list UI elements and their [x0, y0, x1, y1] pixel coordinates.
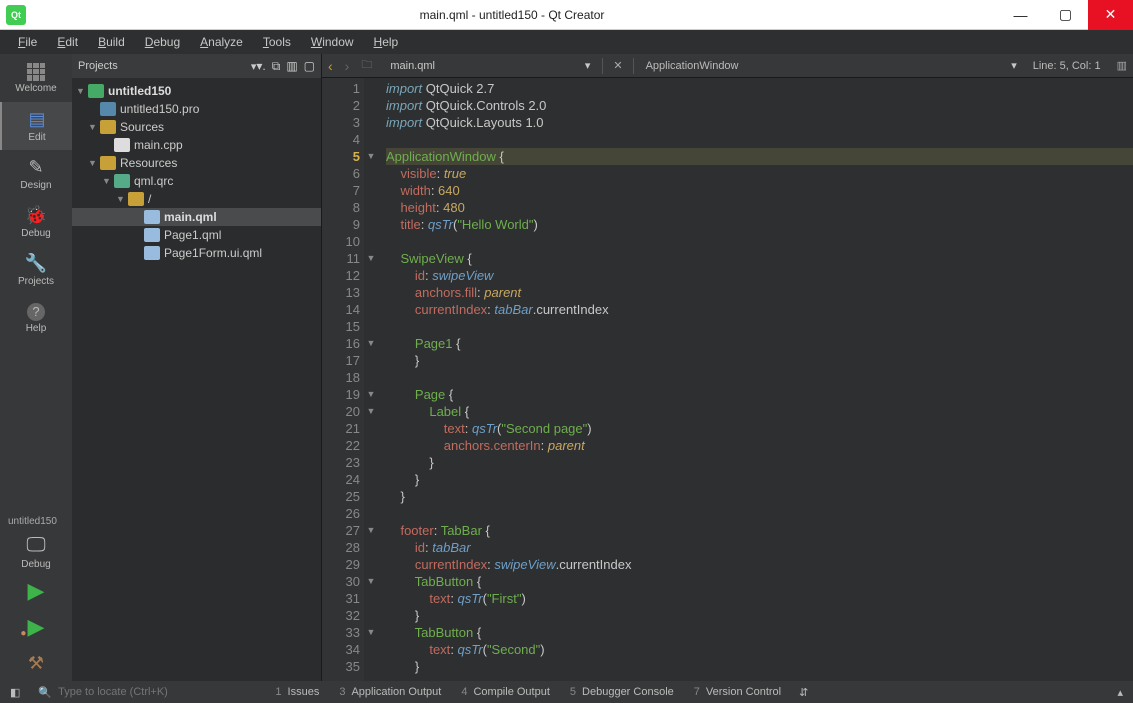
tree-project[interactable]: ▼untitled150 [72, 82, 321, 100]
build-button[interactable]: ⚒ [28, 645, 44, 681]
tree-sources-folder[interactable]: ▼Sources [72, 118, 321, 136]
project-sidebar: Projects ▾ ▾. ⧉ ▥ ▢ ▼untitled150 untitle… [72, 54, 322, 681]
window-title: main.qml - untitled150 - Qt Creator [26, 8, 998, 22]
tree-file-qmlqrc[interactable]: ▼qml.qrc [72, 172, 321, 190]
fold-column[interactable]: ▼▼▼▼▼▼▼▼ [364, 78, 378, 681]
open-file-name: main.qml [390, 60, 435, 72]
maximize-button[interactable]: ▢ [1043, 0, 1088, 30]
project-tree[interactable]: ▼untitled150 untitled150.pro ▼Sources ma… [72, 78, 321, 681]
minimize-button[interactable]: — [998, 0, 1043, 30]
mode-welcome[interactable]: Welcome [0, 54, 72, 102]
tree-file-mainqml[interactable]: main.qml [72, 208, 321, 226]
editor-toolbar: ‹ › 🗀 main.qml ▾ ✕ ApplicationWindow ▾ L… [322, 54, 1133, 78]
close-pane-icon[interactable]: ▢ [304, 59, 315, 74]
sidebar-view-selector[interactable]: Projects ▾ [78, 60, 256, 73]
output-pane-debugger-console[interactable]: 5 Debugger Console [560, 686, 684, 698]
output-expand-icon[interactable]: ▴ [1107, 686, 1133, 699]
mode-debug[interactable]: 🐞 Debug [0, 198, 72, 246]
pane-selector-dropdown-icon[interactable]: ⇵ [791, 686, 816, 699]
monitor-icon: 🖵 [26, 534, 45, 557]
symbol-crumb[interactable]: ApplicationWindow [638, 60, 1006, 72]
grid-icon [27, 63, 45, 81]
symbol-crumb-dropdown-icon[interactable]: ▾ [1005, 59, 1023, 72]
split-editor-icon[interactable]: ▥ [1111, 59, 1133, 72]
output-pane-compile-output[interactable]: 4 Compile Output [451, 686, 560, 698]
tree-file-page1formui[interactable]: Page1Form.ui.qml [72, 244, 321, 262]
filter-icon[interactable]: ▾. [256, 59, 265, 74]
close-editor-button[interactable]: ✕ [607, 59, 628, 72]
menu-build[interactable]: Build [88, 33, 135, 51]
mode-edit[interactable]: ▤ Edit [0, 102, 72, 150]
code-body[interactable]: import QtQuick 2.7import QtQuick.Control… [378, 78, 1133, 681]
output-pane-application-output[interactable]: 3 Application Output [329, 686, 451, 698]
tree-file-page1qml[interactable]: Page1.qml [72, 226, 321, 244]
debug-run-button[interactable]: ▶● [28, 609, 45, 645]
mode-selector: Welcome ▤ Edit ✎ Design 🐞 Debug 🔧 Projec… [0, 54, 72, 681]
tree-file-maincpp[interactable]: main.cpp [72, 136, 321, 154]
output-pane-version-control[interactable]: 7 Version Control [684, 686, 791, 698]
menu-tools[interactable]: Tools [253, 33, 301, 51]
nav-forward-button[interactable]: › [339, 58, 356, 74]
wrench-icon: 🔧 [25, 253, 47, 274]
qt-logo-icon: Qt [6, 5, 26, 25]
code-editor[interactable]: 1234567891011121314151617181920212223242… [322, 78, 1133, 681]
menu-window[interactable]: Window [301, 33, 364, 51]
locator-input[interactable] [58, 686, 228, 698]
toggle-sidebar-icon[interactable]: ◧ [0, 686, 30, 699]
close-button[interactable]: ✕ [1088, 0, 1133, 30]
mode-design[interactable]: ✎ Design [0, 150, 72, 198]
search-icon: 🔍 [38, 686, 52, 699]
sidebar-header: Projects ▾ ▾. ⧉ ▥ ▢ [72, 54, 321, 78]
pencil-icon: ✎ [28, 157, 43, 178]
tree-profile[interactable]: untitled150.pro [72, 100, 321, 118]
titlebar: Qt main.qml - untitled150 - Qt Creator —… [0, 0, 1133, 30]
document-icon: ▤ [28, 109, 45, 130]
menu-debug[interactable]: Debug [135, 33, 190, 51]
question-icon: ? [27, 303, 45, 321]
bottom-bar: ◧ 🔍 1 Issues3 Application Output4 Compil… [0, 681, 1133, 703]
tree-qrc-root[interactable]: ▼/ [72, 190, 321, 208]
menu-analyze[interactable]: Analyze [190, 33, 253, 51]
editor-area: ‹ › 🗀 main.qml ▾ ✕ ApplicationWindow ▾ L… [322, 54, 1133, 681]
split-pane-icon[interactable]: ▥ [286, 59, 297, 74]
nav-back-button[interactable]: ‹ [322, 58, 339, 74]
run-button[interactable]: ▶ [28, 573, 45, 609]
locator[interactable]: 🔍 [30, 686, 265, 699]
lock-icon[interactable]: 🗀 [355, 56, 378, 75]
open-file-selector[interactable]: main.qml ▾ [378, 59, 598, 72]
tree-resources-folder[interactable]: ▼Resources [72, 154, 321, 172]
output-pane-issues[interactable]: 1 Issues [265, 686, 329, 698]
bug-icon: 🐞 [25, 205, 47, 226]
menubar: FileEditBuildDebugAnalyzeToolsWindowHelp [0, 30, 1133, 54]
mode-projects[interactable]: 🔧 Projects [0, 246, 72, 294]
line-number-gutter[interactable]: 1234567891011121314151617181920212223242… [322, 78, 364, 681]
menu-help[interactable]: Help [364, 33, 409, 51]
kit-selector-label: untitled150 [4, 516, 68, 527]
link-icon[interactable]: ⧉ [272, 59, 281, 74]
kit-selector[interactable]: 🖵 Debug [0, 531, 72, 573]
cursor-position[interactable]: Line: 5, Col: 1 [1023, 60, 1111, 72]
menu-edit[interactable]: Edit [47, 33, 88, 51]
menu-file[interactable]: File [8, 33, 47, 51]
mode-help[interactable]: ? Help [0, 294, 72, 342]
